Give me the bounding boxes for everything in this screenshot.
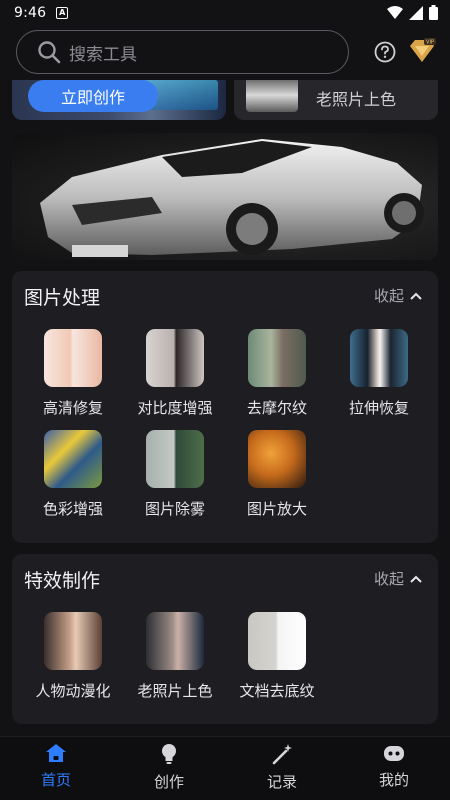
nav-label: 创作 bbox=[153, 773, 184, 791]
status-icons bbox=[387, 5, 438, 20]
tool-stretch-restore[interactable]: 拉伸恢复 bbox=[329, 329, 429, 421]
tool-hd-restore[interactable]: 高清修复 bbox=[23, 329, 123, 421]
colorize-card[interactable]: 老照片上色 bbox=[234, 80, 438, 120]
status-bar: 9:46 A bbox=[0, 0, 450, 26]
nav-records[interactable]: 记录 bbox=[242, 743, 322, 797]
svg-text:VIP: VIP bbox=[426, 40, 434, 46]
tool-color-enhance[interactable]: 色彩增强 bbox=[23, 430, 123, 522]
starry-night-thumb bbox=[44, 430, 102, 488]
tool-doc-clean[interactable]: 文档去底纹 bbox=[227, 612, 327, 704]
vip-diamond-icon[interactable]: VIP bbox=[408, 38, 436, 64]
search-icon bbox=[38, 41, 61, 64]
colorize-label: 老照片上色 bbox=[316, 90, 397, 109]
tool-upscale[interactable]: 图片放大 bbox=[227, 430, 327, 522]
tool-label: 拉伸恢复 bbox=[348, 399, 409, 417]
top-cards: 立即创作 老照片上色 bbox=[12, 80, 438, 120]
tool-demoire[interactable]: 去摩尔纹 bbox=[227, 329, 327, 421]
help-icon[interactable] bbox=[374, 41, 396, 63]
collapse-toggle[interactable]: 收起 bbox=[374, 568, 422, 589]
tool-label: 色彩增强 bbox=[42, 500, 103, 518]
collapse-toggle[interactable]: 收起 bbox=[374, 285, 422, 306]
main-content[interactable]: 立即创作 老照片上色 图片处理 收起 高清修复 对比度增强 去摩尔纹 拉伸恢复 … bbox=[0, 80, 450, 736]
search-input[interactable]: 搜索工具 bbox=[16, 30, 349, 74]
lightbulb-icon bbox=[162, 744, 176, 764]
app-screen: 9:46 A 搜索工具 VIP 立即创作 老照片上色 图片处理 收起 高清修复 … bbox=[0, 0, 450, 800]
old-photo-thumb bbox=[246, 80, 298, 112]
nav-label: 首页 bbox=[40, 771, 71, 789]
old-photo-thumb bbox=[146, 612, 204, 670]
wifi-icon bbox=[387, 5, 403, 19]
tool-label: 图片除雾 bbox=[144, 500, 205, 518]
tool-dehaze[interactable]: 图片除雾 bbox=[125, 430, 225, 522]
tool-label: 去摩尔纹 bbox=[246, 399, 307, 417]
tool-label: 老照片上色 bbox=[137, 682, 213, 700]
chevron-up-icon bbox=[410, 292, 422, 300]
tool-contrast-enhance[interactable]: 对比度增强 bbox=[125, 329, 225, 421]
magic-wand-icon bbox=[272, 744, 292, 765]
section-title: 特效制作 bbox=[24, 570, 101, 592]
two-women-thumb bbox=[248, 329, 306, 387]
battery-icon bbox=[429, 5, 438, 20]
tool-label: 文档去底纹 bbox=[239, 682, 315, 700]
nav-home[interactable]: 首页 bbox=[16, 743, 96, 797]
nav-label: 我的 bbox=[378, 771, 409, 789]
section-title: 图片处理 bbox=[24, 287, 101, 309]
create-now-button[interactable]: 立即创作 bbox=[28, 80, 158, 112]
nav-label: 记录 bbox=[266, 773, 297, 791]
image-processing-section: 图片处理 收起 高清修复 对比度增强 去摩尔纹 拉伸恢复 色彩增强 图片除雾 图… bbox=[12, 271, 438, 543]
header: 搜索工具 VIP bbox=[0, 26, 450, 80]
bottom-nav: 首页 创作 记录 我的 bbox=[0, 736, 450, 800]
collapse-label: 收起 bbox=[373, 570, 404, 588]
tiger-thumb bbox=[248, 430, 306, 488]
portrait-hd-thumb bbox=[44, 329, 102, 387]
tool-label: 对比度增强 bbox=[137, 399, 213, 417]
anime-girl-thumb bbox=[44, 612, 102, 670]
tool-colorize[interactable]: 老照片上色 bbox=[125, 612, 225, 704]
tool-anime[interactable]: 人物动漫化 bbox=[23, 612, 123, 704]
foggy-landscape-thumb bbox=[146, 430, 204, 488]
collapse-label: 收起 bbox=[373, 287, 404, 305]
document-thumb bbox=[248, 612, 306, 670]
search-placeholder: 搜索工具 bbox=[69, 44, 137, 65]
promo-banner[interactable] bbox=[12, 133, 438, 260]
signal-icon bbox=[409, 5, 423, 20]
nav-create[interactable]: 创作 bbox=[129, 743, 209, 797]
status-time: 9:46 bbox=[14, 5, 47, 21]
tool-label: 图片放大 bbox=[246, 500, 307, 518]
stretch-portrait-thumb bbox=[350, 329, 408, 387]
effects-section: 特效制作 收起 人物动漫化 老照片上色 文档去底纹 bbox=[12, 554, 438, 724]
robot-face-icon bbox=[384, 746, 404, 761]
chevron-up-icon bbox=[410, 575, 422, 583]
nav-profile[interactable]: 我的 bbox=[354, 743, 434, 797]
tool-label: 人物动漫化 bbox=[35, 682, 111, 700]
tool-label: 高清修复 bbox=[42, 399, 103, 417]
portrait-contrast-thumb bbox=[146, 329, 204, 387]
home-icon bbox=[46, 744, 66, 762]
sports-car-image bbox=[40, 139, 424, 257]
create-card[interactable]: 立即创作 bbox=[12, 80, 226, 120]
notification-icon: A bbox=[56, 7, 69, 19]
